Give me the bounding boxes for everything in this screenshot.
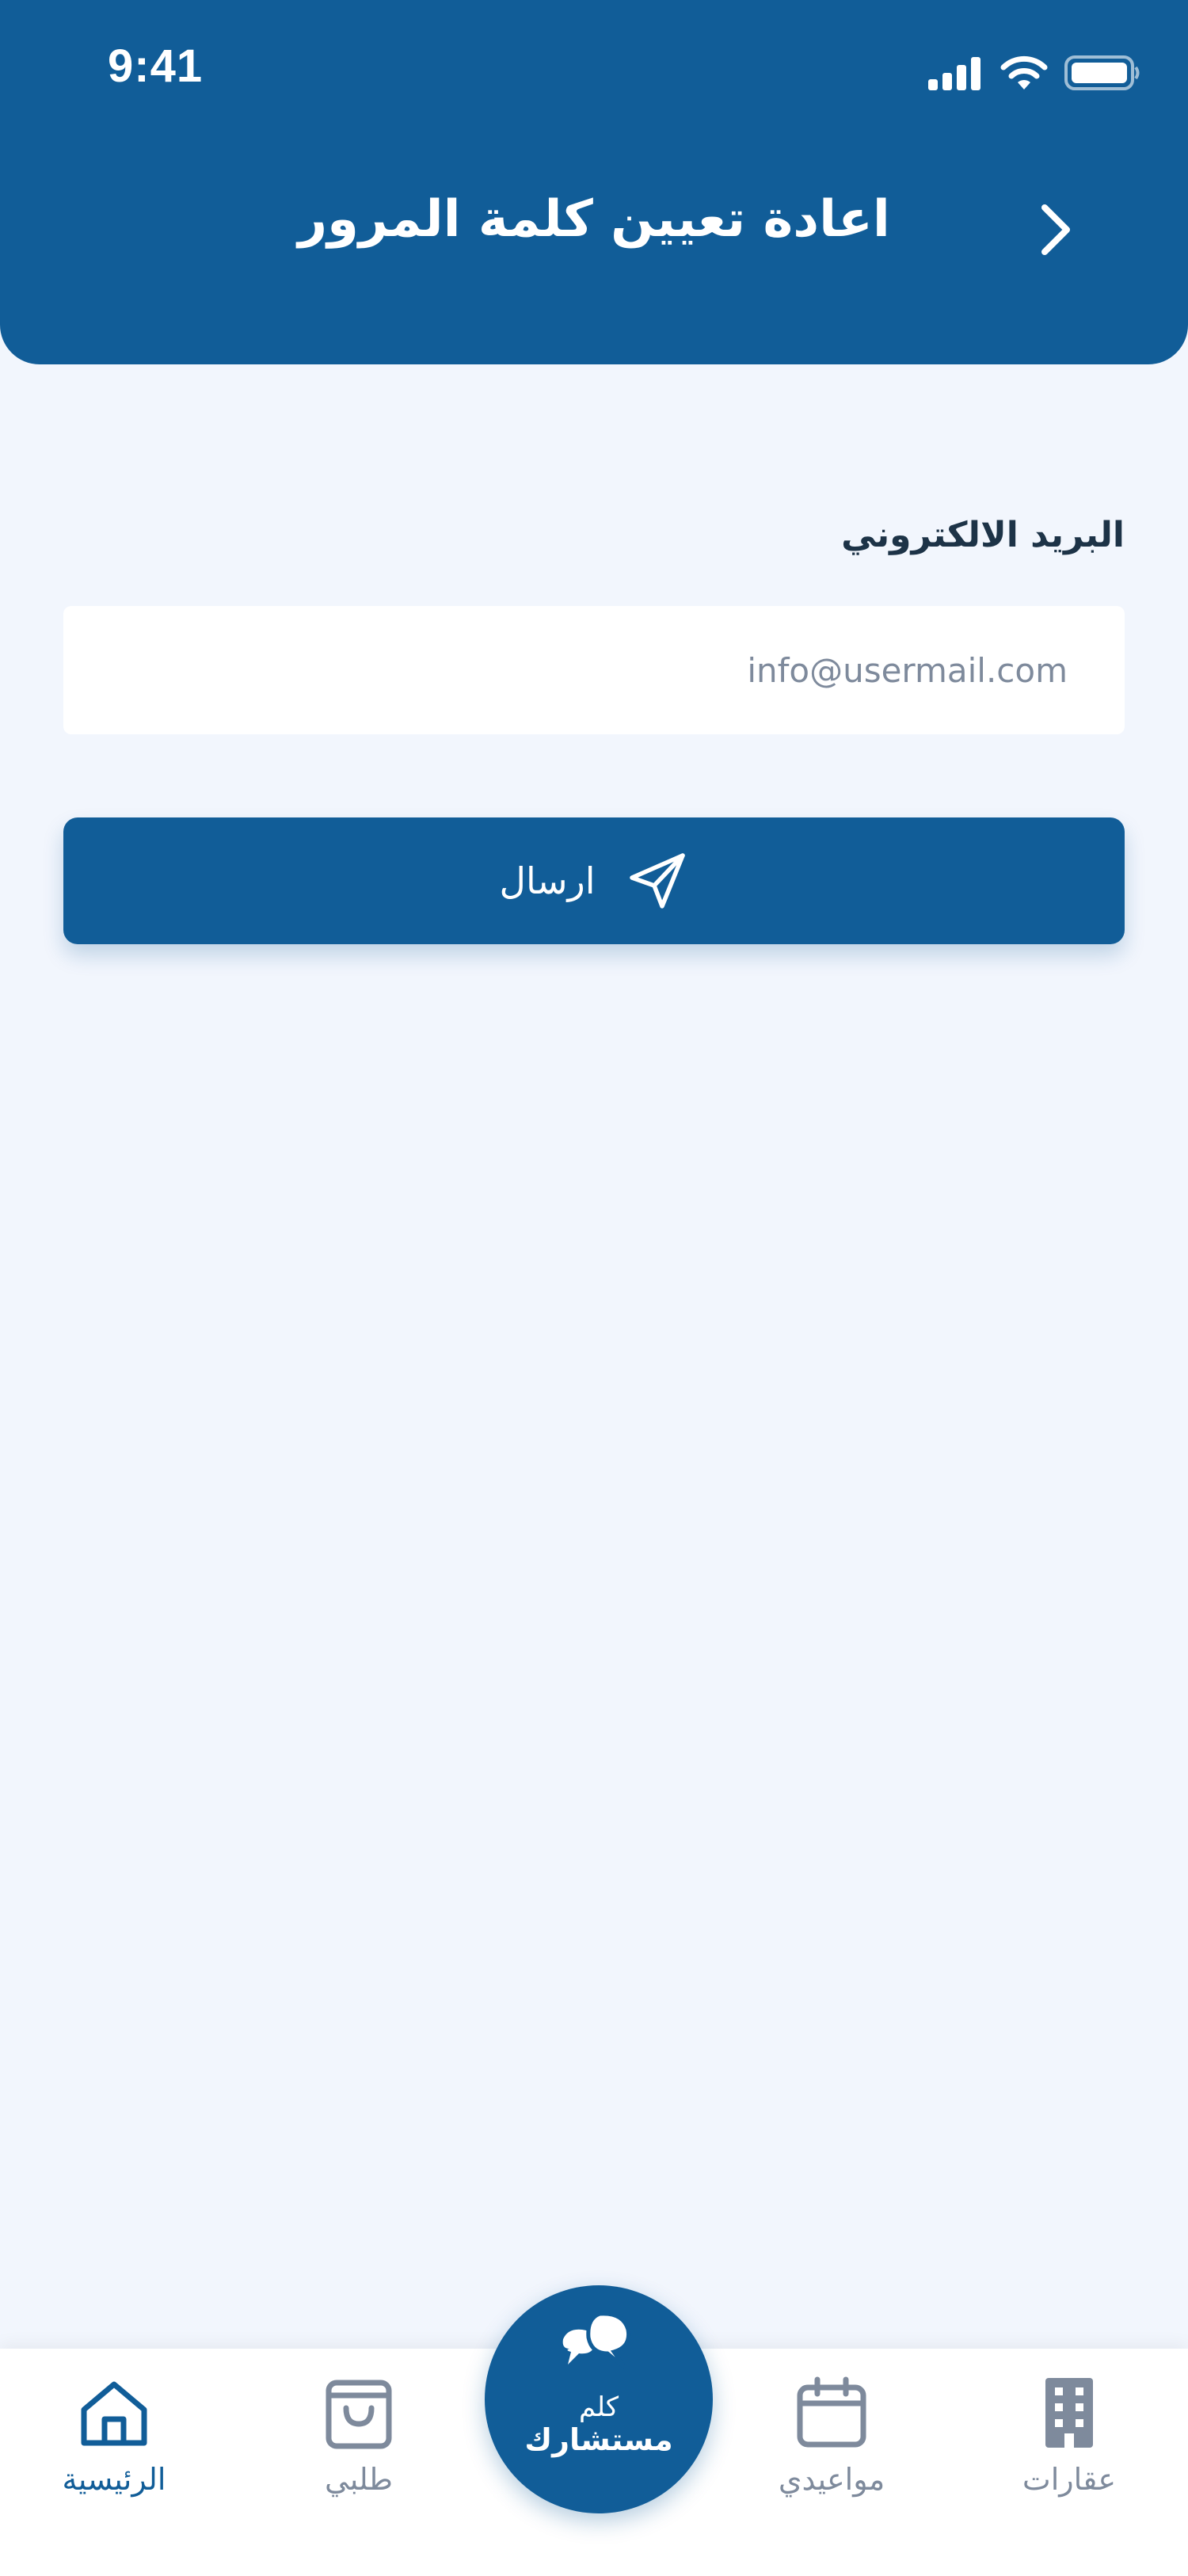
nav-label-home: الرئيسية: [62, 2462, 166, 2497]
nav-item-home[interactable]: الرئيسية: [19, 2375, 209, 2533]
consult-line2: مستشارك: [524, 2422, 673, 2458]
consult-button[interactable]: كلم مستشارك: [485, 2285, 713, 2513]
send-button[interactable]: ارسال: [63, 817, 1125, 944]
screen: 9:41 اعادة تعيين كلمة المرور البريد الال…: [0, 0, 1188, 2576]
consult-line1: كلم: [578, 2391, 619, 2423]
building-icon: [1045, 2378, 1093, 2448]
nav-item-orders[interactable]: طلبي: [264, 2375, 454, 2533]
wifi-icon: [1000, 55, 1048, 90]
send-icon: [629, 853, 685, 909]
nav-label-orders: طلبي: [325, 2462, 393, 2497]
chevron-right-icon: [1041, 204, 1070, 255]
email-input[interactable]: [63, 606, 1125, 734]
nav-item-properties[interactable]: عقارات: [974, 2375, 1164, 2533]
signal-icon: [928, 57, 980, 90]
page-title: اعادة تعيين كلمة المرور: [298, 190, 890, 249]
nav-label-properties: عقارات: [1022, 2462, 1117, 2497]
status-time: 9:41: [108, 40, 204, 92]
nav-label-appointments: مواعيدي: [778, 2462, 885, 2497]
back-button[interactable]: [1017, 190, 1096, 269]
header: 9:41 اعادة تعيين كلمة المرور: [0, 0, 1188, 364]
calendar-icon: [797, 2376, 866, 2448]
home-icon: [81, 2381, 147, 2446]
email-label: البريد الالكتروني: [841, 515, 1125, 555]
chat-bubbles-icon: [562, 2311, 631, 2369]
shopping-bag-icon: [326, 2380, 392, 2449]
send-button-label: ارسال: [499, 859, 596, 902]
nav-item-appointments[interactable]: مواعيدي: [737, 2375, 927, 2533]
battery-icon: [1064, 55, 1140, 90]
status-icons: [927, 49, 1140, 97]
